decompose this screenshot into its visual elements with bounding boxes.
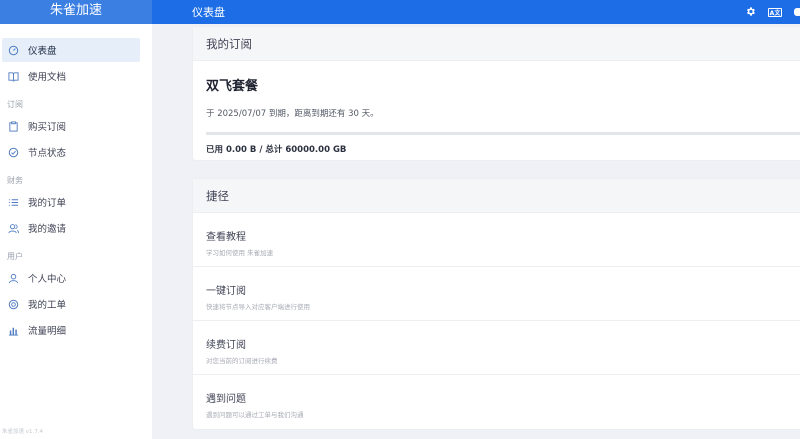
shortcuts-heading: 捷径 xyxy=(193,179,800,213)
book-icon xyxy=(8,71,19,82)
shortcut-title: 续费订阅 xyxy=(206,340,246,351)
sidebar-item-traffic[interactable]: 流量明细 xyxy=(2,318,140,342)
shortcut-support[interactable]: 遇到问题 遇到问题可以通过工单与我们沟通 xyxy=(193,375,800,429)
expire-text: 于 2025/07/07 到期，距离到期还有 30 天。 xyxy=(206,109,379,119)
sidebar-section-subscribe: 订阅 xyxy=(7,100,23,109)
bar-chart-icon xyxy=(8,325,19,336)
plan-name: 双飞套餐 xyxy=(206,79,259,94)
sidebar-item-label: 我的工单 xyxy=(28,300,67,311)
user-icon xyxy=(8,273,19,284)
language-icon[interactable]: A文 xyxy=(768,7,782,17)
sidebar: 仪表盘 使用文档 订阅 购买订阅 节点状态 财务 我的订单 我的邀请 用户 个人… xyxy=(0,24,152,439)
sidebar-item-label: 购买订阅 xyxy=(28,122,67,133)
dashboard-icon xyxy=(8,45,19,56)
sidebar-item-label: 流量明细 xyxy=(28,326,67,337)
brand-logo[interactable]: 朱雀加速 xyxy=(0,0,152,24)
shortcut-desc: 快速将节点导入对应客户端进行使用 xyxy=(206,303,310,311)
shortcut-title: 遇到问题 xyxy=(206,394,246,405)
shortcuts-card: 捷径 查看教程 学习如何使用 朱雀加速 一键订阅 快速将节点导入对应客户端进行使… xyxy=(193,179,800,429)
sidebar-section-user: 用户 xyxy=(7,252,23,261)
shortcut-title: 一键订阅 xyxy=(206,286,246,297)
gear-icon[interactable] xyxy=(745,6,756,19)
usage-progress-bar xyxy=(206,132,800,135)
subscription-heading: 我的订阅 xyxy=(193,27,800,61)
sidebar-section-finance: 财务 xyxy=(7,176,23,185)
top-actions: A文 xyxy=(745,0,800,24)
users-icon xyxy=(8,223,19,234)
user-icon[interactable] xyxy=(794,8,800,16)
shortcut-desc: 遇到问题可以通过工单与我们沟通 xyxy=(206,411,304,419)
sidebar-item-node-status[interactable]: 节点状态 xyxy=(2,140,140,164)
top-bar: 朱雀加速 仪表盘 A文 xyxy=(0,0,800,24)
sidebar-item-label: 我的邀请 xyxy=(28,224,67,235)
clipboard-icon xyxy=(8,120,19,132)
sidebar-item-buy-subscription[interactable]: 购买订阅 xyxy=(2,114,140,138)
subscription-card: 我的订阅 双飞套餐 于 2025/07/07 到期，距离到期还有 30 天。 已… xyxy=(193,27,800,160)
sidebar-item-profile[interactable]: 个人中心 xyxy=(2,266,140,290)
sidebar-item-label: 节点状态 xyxy=(28,148,67,159)
sidebar-item-label: 使用文档 xyxy=(28,72,67,83)
sidebar-item-dashboard[interactable]: 仪表盘 xyxy=(2,38,140,62)
usage-text: 已用 0.00 B / 总计 60000.00 GB xyxy=(206,145,347,155)
support-icon xyxy=(8,299,19,310)
shortcut-desc: 对您当前的订阅进行续费 xyxy=(206,357,278,365)
page-title: 仪表盘 xyxy=(192,6,225,19)
shortcut-title: 查看教程 xyxy=(206,232,246,243)
sidebar-item-invites[interactable]: 我的邀请 xyxy=(2,216,140,240)
sidebar-item-label: 我的订单 xyxy=(28,198,67,209)
shortcut-tutorial[interactable]: 查看教程 学习如何使用 朱雀加速 xyxy=(193,213,800,267)
list-icon xyxy=(8,197,19,208)
shortcut-desc: 学习如何使用 朱雀加速 xyxy=(206,249,274,257)
sidebar-item-tickets[interactable]: 我的工单 xyxy=(2,292,140,316)
sidebar-item-docs[interactable]: 使用文档 xyxy=(2,64,140,88)
check-circle-icon xyxy=(8,147,19,158)
version-label: 朱雀加速 v1.7.4 xyxy=(2,429,43,435)
shortcut-renew[interactable]: 续费订阅 对您当前的订阅进行续费 xyxy=(193,321,800,375)
sidebar-item-orders[interactable]: 我的订单 xyxy=(2,190,140,214)
sidebar-item-label: 个人中心 xyxy=(28,274,67,285)
sidebar-item-label: 仪表盘 xyxy=(28,46,57,57)
shortcut-one-click-subscribe[interactable]: 一键订阅 快速将节点导入对应客户端进行使用 xyxy=(193,267,800,321)
